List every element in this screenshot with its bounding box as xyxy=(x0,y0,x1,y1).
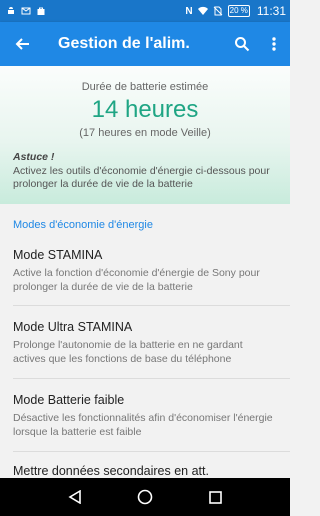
item-title: Mettre données secondaires en att. xyxy=(13,464,209,478)
divider xyxy=(13,305,290,306)
no-sim-icon xyxy=(213,6,222,16)
status-time: 11:31 xyxy=(256,4,286,18)
item-title: Mode STAMINA xyxy=(13,248,103,262)
list-item-stamina[interactable]: Mode STAMINA Active la fonction d'économ… xyxy=(0,248,290,294)
arrow-back-icon xyxy=(15,38,29,50)
nav-recents-button[interactable] xyxy=(200,482,230,512)
email-icon xyxy=(21,7,31,15)
battery-estimate-panel: Durée de batterie estimée 14 heures (17 … xyxy=(0,66,290,204)
page-title: Gestion de l'alim. xyxy=(58,35,190,52)
list-item-ultra-stamina[interactable]: Mode Ultra STAMINA Prolonge l'autonomie … xyxy=(0,320,290,366)
app-bar: Gestion de l'alim. xyxy=(0,22,290,66)
section-header: Modes d'économie d'énergie xyxy=(13,219,153,231)
item-subtitle: Désactive les fonctionnalités afin d'éco… xyxy=(13,412,273,438)
more-vert-icon xyxy=(272,37,276,51)
item-subtitle: Active la fonction d'économie d'énergie … xyxy=(13,267,260,293)
list-item-background-data[interactable]: Mettre données secondaires en att. xyxy=(0,464,290,478)
android-icon xyxy=(8,7,14,14)
standby-estimate: (17 heures en mode Veille) xyxy=(79,127,211,139)
estimate-value: 14 heures xyxy=(91,96,199,123)
battery-indicator: 20 % xyxy=(227,5,250,17)
wifi-icon xyxy=(197,6,208,16)
item-title: Mode Batterie faible xyxy=(13,393,125,407)
item-subtitle: Prolonge l'autonomie de la batterie en n… xyxy=(13,339,243,365)
square-recents-icon xyxy=(208,490,222,504)
item-title: Mode Ultra STAMINA xyxy=(13,320,133,334)
estimate-label: Durée de batterie estimée xyxy=(81,81,209,93)
bag-icon xyxy=(37,7,45,15)
divider xyxy=(13,378,290,379)
nav-back-button[interactable] xyxy=(60,482,90,512)
tip-text: Activez les outils d'économie d'énergie … xyxy=(13,165,270,190)
status-bar: N 20 % 11:31 xyxy=(0,0,290,22)
tip-title: Astuce ! xyxy=(13,151,55,163)
overflow-menu-button[interactable] xyxy=(258,22,290,66)
divider xyxy=(13,451,290,452)
list-item-low-battery[interactable]: Mode Batterie faible Désactive les fonct… xyxy=(0,393,290,439)
triangle-back-icon xyxy=(68,490,81,504)
search-icon xyxy=(235,37,250,52)
power-management-screen: N 20 % 11:31 Gestion de l'alim. Durée de… xyxy=(0,0,290,516)
search-button[interactable] xyxy=(226,22,258,66)
nav-home-button[interactable] xyxy=(130,482,160,512)
navigation-bar xyxy=(0,478,290,516)
nfc-icon: N xyxy=(185,5,193,17)
home-circle-icon xyxy=(137,489,153,505)
back-button[interactable] xyxy=(0,22,44,66)
